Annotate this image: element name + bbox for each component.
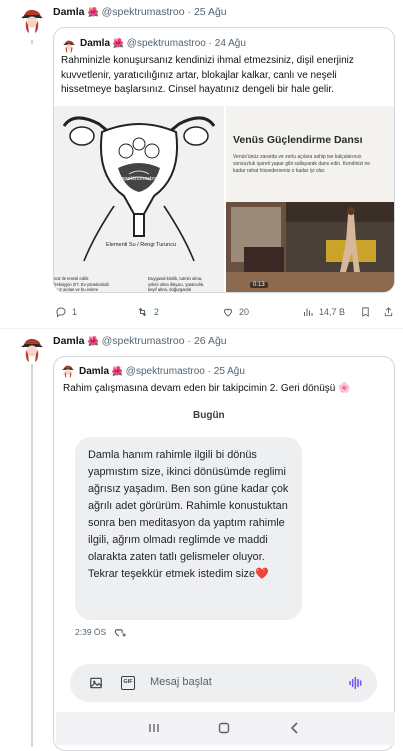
image-icon[interactable] <box>89 676 103 690</box>
left-caption: nüz ile temsil edilir. freksiyjon 2/7. E… <box>54 276 110 292</box>
bookmark-button[interactable] <box>360 306 371 318</box>
timestamp[interactable]: · 25 Ağu <box>188 6 227 18</box>
handle: @spektrumastroo <box>125 366 205 377</box>
timestamp: · 25 Ağu <box>207 366 245 377</box>
chat-message-bubble: Damla hanım rahimle ilgili bi dönüs yapm… <box>75 437 302 620</box>
share-button[interactable] <box>383 306 394 318</box>
chat-message-text: Damla hanım rahimle ilgili bi dönüs yapm… <box>88 449 289 580</box>
tweet-header: Damla 🌺 @spektrumastroo · 26 Ağu <box>53 335 227 347</box>
display-name: Damla <box>80 38 111 49</box>
rose-emoji-icon: 🌺 <box>112 38 125 48</box>
thread-line <box>31 40 33 44</box>
android-nav-bar <box>56 712 395 745</box>
message-input[interactable]: Mesaj başlat <box>150 676 212 688</box>
like-count: 20 <box>239 307 250 317</box>
avatar[interactable] <box>17 5 47 35</box>
bookmark-icon <box>362 307 369 317</box>
brand-label: @spektrumastroo <box>116 176 160 182</box>
tweet-actions: 1 2 20 14,7 B <box>55 306 395 320</box>
quoted-tweet[interactable]: Damla 🌺 @spektrumastroo · 24 Ağu Rahmini… <box>53 27 395 293</box>
quote-text: Rahim çalışmasına devam eden bir takipci… <box>63 383 351 394</box>
reply-count: 1 <box>72 307 78 317</box>
home-icon[interactable] <box>218 722 230 734</box>
handle[interactable]: @spektrumastroo <box>102 6 185 18</box>
avatar <box>60 363 76 379</box>
message-composer[interactable]: GIF Mesaj başlat <box>70 664 377 702</box>
recent-apps-icon[interactable] <box>148 723 160 733</box>
chat-message-time: 2:39 ÖS <box>75 627 107 637</box>
uterus-illustration <box>62 116 216 262</box>
quote-header: Damla 🌺 @spektrumastroo · 25 Ağu <box>79 366 245 377</box>
gif-label: GIF <box>123 679 133 685</box>
views-button[interactable]: 14,7 B <box>302 306 345 318</box>
reply-icon <box>56 307 66 318</box>
like-button[interactable]: 20 <box>222 306 249 318</box>
avatar <box>61 38 77 54</box>
heart-icon <box>223 308 233 317</box>
gif-button[interactable]: GIF <box>121 676 135 690</box>
views-icon <box>304 308 313 316</box>
rose-emoji-icon: 🌺 <box>87 336 99 346</box>
thread-line <box>31 362 33 747</box>
share-icon <box>384 307 393 317</box>
dance-video-thumbnail[interactable]: Venüs Güçlendirme Dansı Venüs'ünüz zarar… <box>226 106 394 292</box>
chat-day-label: Bugün <box>193 410 225 421</box>
retweet-count: 2 <box>154 307 160 317</box>
uterus-infographic-image[interactable]: @spektrumastroo Elementi Su / Rengi Turu… <box>54 106 224 292</box>
avatar[interactable] <box>17 334 47 364</box>
element-label: Elementi Su / Rengi Turuncu <box>106 242 177 248</box>
handle: @spektrumastroo <box>126 38 206 49</box>
video-duration: 0:13 <box>250 282 268 288</box>
back-icon[interactable] <box>290 722 300 734</box>
display-name: Damla <box>79 366 110 377</box>
quote-text: Rahminizle konuşursanız kendinizi ihmal … <box>61 55 354 95</box>
quote-header: Damla 🌺 @spektrumastroo · 24 Ağu <box>80 38 246 49</box>
retweet-icon <box>138 307 147 317</box>
retweet-button[interactable]: 2 <box>136 306 159 318</box>
timestamp[interactable]: · 26 Ağu <box>188 335 227 347</box>
handle[interactable]: @spektrumastroo <box>102 335 185 347</box>
room-scene <box>226 202 394 292</box>
video-title: Venüs Güçlendirme Dansı <box>233 134 363 146</box>
reply-button[interactable]: 1 <box>55 306 77 318</box>
display-name[interactable]: Damla <box>53 335 85 347</box>
view-count: 14,7 B <box>319 307 346 317</box>
heart-emoji: ❤️ <box>255 568 269 580</box>
tweet-header: Damla 🌺 @spektrumastroo · 25 Ağu <box>53 6 227 18</box>
divider <box>0 328 403 329</box>
timestamp: · 24 Ağu <box>208 38 246 49</box>
rose-emoji-icon: 🌺 <box>111 366 124 376</box>
voice-message-icon[interactable] <box>348 676 364 690</box>
video-body: Venüs'ünüz zararda ve zorlu açılara sahi… <box>233 154 371 174</box>
right-caption: Duygusal kimlik, tutmin olma, çekici olm… <box>148 276 205 292</box>
add-reaction-icon[interactable] <box>113 626 127 638</box>
display-name[interactable]: Damla <box>53 6 85 18</box>
rose-emoji-icon: 🌺 <box>87 7 99 17</box>
